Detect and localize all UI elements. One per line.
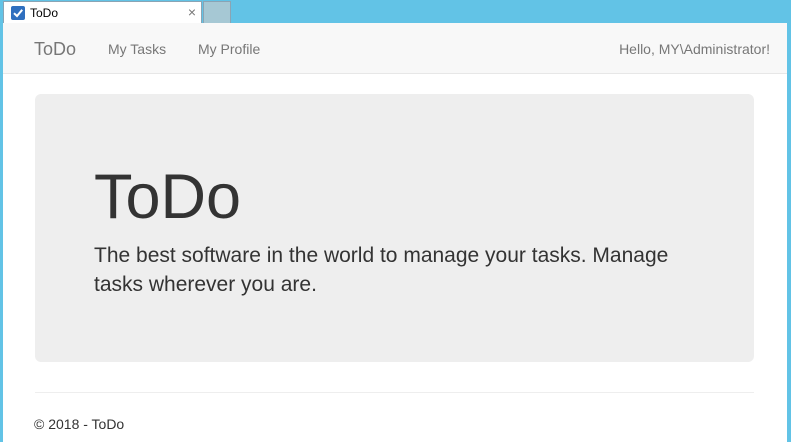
jumbotron: ToDo The best software in the world to m… — [35, 94, 754, 362]
browser-tabstrip: ToDo × — [0, 0, 791, 23]
navbar-brand[interactable]: ToDo — [34, 39, 76, 59]
new-tab-button[interactable] — [203, 1, 231, 23]
lead-text: The best software in the world to manage… — [94, 244, 669, 296]
page-title: ToDo — [94, 162, 242, 232]
user-greeting[interactable]: Hello, MY\Administrator! — [619, 41, 770, 57]
close-icon[interactable]: × — [188, 4, 196, 20]
tab-title: ToDo — [30, 6, 59, 20]
footer-divider — [35, 392, 754, 393]
footer-text: © 2018 - ToDo — [34, 416, 125, 432]
checkbox-icon — [11, 6, 25, 20]
navbar: ToDo My Tasks My Profile Hello, MY\Admin… — [3, 23, 787, 74]
page-viewport: ToDo My Tasks My Profile Hello, MY\Admin… — [3, 23, 787, 442]
browser-tab[interactable]: ToDo × — [3, 1, 202, 23]
nav-link-my-tasks[interactable]: My Tasks — [108, 41, 166, 57]
nav-link-my-profile[interactable]: My Profile — [198, 41, 260, 57]
